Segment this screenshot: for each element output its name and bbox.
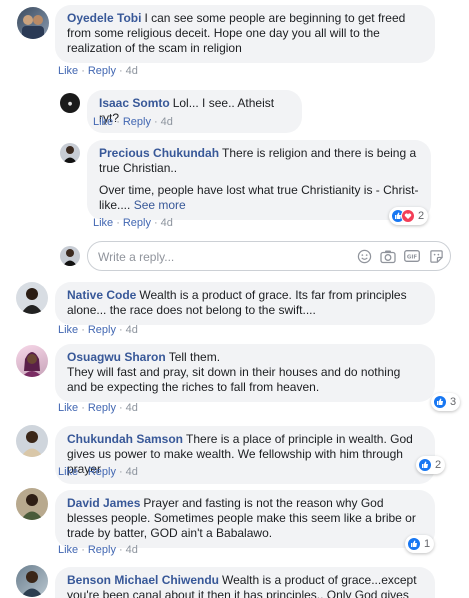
reply-actions: Like · Reply · 4d [93,217,173,229]
reply-comment: Precious Chukundah There is religion and … [0,138,469,233]
comment-author[interactable]: Osuagwu Sharon [67,350,166,364]
camera-icon[interactable] [380,248,396,264]
emoji-icon[interactable] [356,248,372,264]
reply-actions: Like · Reply · 4d [93,116,173,128]
comment-bubble: Benson Michael Chiwendu Wealth is a produ… [55,567,435,598]
comment-bubble: Native Code Wealth is a product of grace.… [55,282,435,325]
timestamp[interactable]: 4d [126,402,138,414]
comment-author[interactable]: David James [67,496,140,510]
reply-button[interactable]: Reply [88,466,116,478]
reaction-summary[interactable]: 1 [405,535,435,553]
reply-bubble: Precious Chukundah There is religion and … [87,140,431,220]
reply-comment: ● Isaac Somto Lol... I see.. Atheist ryt?… [0,88,469,133]
like-button[interactable]: Like [58,65,78,77]
like-button[interactable]: Like [58,402,78,414]
avatar[interactable] [16,425,48,457]
comment: David James Prayer and fasting is not the… [0,488,469,560]
reaction-summary[interactable]: 2 [389,207,429,225]
avatar[interactable] [16,565,48,597]
reply-button[interactable]: Reply [123,217,151,229]
reply-button[interactable]: Reply [88,65,116,77]
avatar[interactable] [16,488,48,520]
like-button[interactable]: Like [58,466,78,478]
comment: Oyedele Tobi I can see some people are be… [0,0,469,80]
reaction-summary[interactable]: 3 [431,393,461,411]
sticker-icon[interactable] [428,248,444,264]
like-reaction-icon [418,458,432,472]
avatar[interactable] [16,282,48,314]
timestamp[interactable]: 4d [161,116,173,128]
reaction-summary[interactable]: 2 [416,456,446,474]
reply-button[interactable]: Reply [88,544,116,556]
timestamp[interactable]: 4d [126,65,138,77]
avatar[interactable] [17,7,49,39]
comment-actions: Like · Reply · 4d [58,65,138,77]
like-reaction-icon [433,395,447,409]
avatar[interactable]: ● [60,93,80,113]
reply-button[interactable]: Reply [88,324,116,336]
like-button[interactable]: Like [93,116,113,128]
comment-bubble: Osuagwu Sharon Tell them. They will fast … [55,344,435,402]
reply-button[interactable]: Reply [123,116,151,128]
comment-author[interactable]: Native Code [67,288,136,302]
comment: Chukundah Samson There is a place of prin… [0,425,469,485]
love-reaction-icon [401,209,415,223]
reply-input[interactable]: Write a reply... GIF [87,241,451,271]
like-button[interactable]: Like [58,324,78,336]
comment-author[interactable]: Benson Michael Chiwendu [67,573,219,587]
see-more-link[interactable]: See more [134,198,186,212]
comment-bubble: Oyedele Tobi I can see some people are be… [55,5,435,63]
timestamp[interactable]: 4d [126,324,138,336]
comment-actions: Like · Reply · 4d [58,466,138,478]
comment-text-continued: They will fast and pray, sit down in the… [67,365,401,394]
gif-icon[interactable]: GIF [404,248,420,264]
avatar[interactable] [60,143,80,163]
timestamp[interactable]: 4d [126,544,138,556]
reply-input-icons: GIF [356,248,444,264]
current-user-avatar [60,246,80,266]
svg-text:GIF: GIF [407,255,418,261]
comment-author[interactable]: Chukundah Samson [67,432,183,446]
comment: Osuagwu Sharon Tell them. They will fast … [0,342,469,418]
reaction-count: 2 [418,210,425,222]
comment-author[interactable]: Oyedele Tobi [67,11,141,25]
reaction-count: 3 [450,396,457,408]
comment: Benson Michael Chiwendu Wealth is a produ… [0,565,469,598]
reply-author[interactable]: Isaac Somto [99,96,170,110]
comment-actions: Like · Reply · 4d [58,544,138,556]
avatar[interactable] [16,345,48,377]
comment-actions: Like · Reply · 4d [58,324,138,336]
svg-text:●: ● [68,101,73,107]
reply-placeholder: Write a reply... [98,250,175,264]
comment-actions: Like · Reply · 4d [58,402,138,414]
reply-author[interactable]: Precious Chukundah [99,146,219,160]
comment-text: Tell them. [168,350,221,364]
reply-button[interactable]: Reply [88,402,116,414]
comment-bubble: David James Prayer and fasting is not the… [55,490,435,548]
reaction-count: 1 [424,538,431,550]
timestamp[interactable]: 4d [161,217,173,229]
like-button[interactable]: Like [58,544,78,556]
like-button[interactable]: Like [93,217,113,229]
reaction-count: 2 [435,459,442,471]
timestamp[interactable]: 4d [126,466,138,478]
like-reaction-icon [407,537,421,551]
comment: Native Code Wealth is a product of grace.… [0,280,469,340]
